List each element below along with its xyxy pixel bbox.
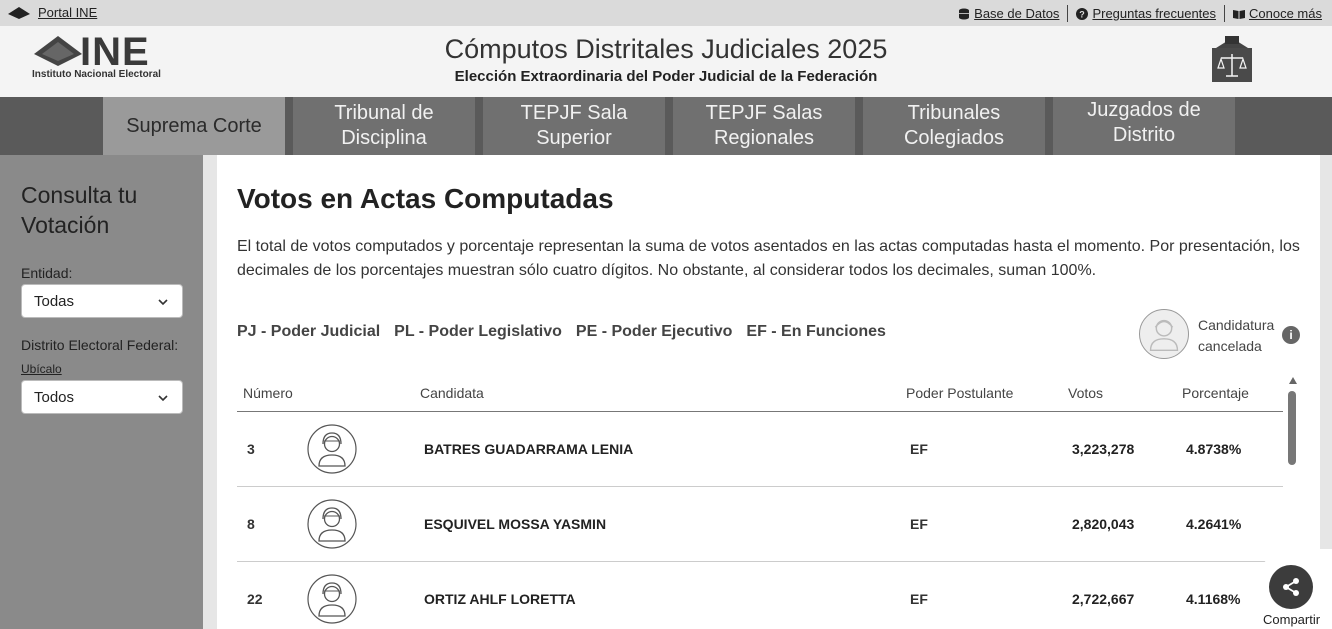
row-poder: EF <box>910 441 928 457</box>
candidate-avatar-icon <box>307 499 357 549</box>
row-candidata: BATRES GUADARRAMA LENIA <box>424 441 634 457</box>
table-row[interactable]: 3 BATRES GUADARRAMA LENIA EF 3,223,278 4… <box>237 412 1283 487</box>
conoce-mas-label[interactable]: Conoce más <box>1249 6 1322 21</box>
distrito-value: Todos <box>34 388 75 406</box>
chevron-down-icon <box>158 299 168 306</box>
legend-ef: EF - En Funciones <box>746 323 886 340</box>
tab-label: Suprema Corte <box>126 114 262 137</box>
book-open-icon <box>1233 9 1246 19</box>
election-tabs: Suprema Corte Tribunal de Disciplina TEP… <box>0 97 1332 155</box>
tab-label-line2: Regionales <box>713 127 815 149</box>
tab-label-line1: Tribunal de <box>334 102 434 124</box>
ubicalo-link[interactable]: Ubícalo <box>21 362 62 376</box>
legend-pe: PE - Poder Ejecutivo <box>575 323 733 340</box>
candidatura-cancelada-legend: Candidatura cancelada i <box>1139 309 1315 361</box>
poder-legend: PJ - Poder Judicial PL - Poder Legislati… <box>237 323 886 341</box>
row-numero: 8 <box>247 516 255 532</box>
row-votos: 3,223,278 <box>1072 441 1135 457</box>
table-row[interactable]: 22 ORTIZ AHLF LORETTA EF 2,722,667 4.116… <box>237 562 1283 629</box>
svg-text:?: ? <box>1080 9 1086 19</box>
sidebar-title-line1: Consulta tu <box>21 182 138 208</box>
tab-label-line2: Distrito <box>1112 124 1176 146</box>
candidate-avatar-icon <box>307 574 357 624</box>
cancelled-label: Candidatura cancelada <box>1198 315 1274 357</box>
row-numero: 3 <box>247 441 255 457</box>
tab-label-line2: Superior <box>536 127 612 149</box>
row-votos: 2,722,667 <box>1072 591 1135 607</box>
section-description: El total de votos computados y porcentaj… <box>237 238 1300 279</box>
utility-bar: Portal INE Base de Datos ? Preguntas fre… <box>0 0 1332 26</box>
tab-juzgados-de-distrito[interactable]: Juzgados de Distrito <box>1053 97 1235 155</box>
row-porcentaje: 4.8738% <box>1186 441 1242 457</box>
row-poder: EF <box>910 591 928 607</box>
votes-panel: Votos en Actas Computadas El total de vo… <box>217 155 1320 629</box>
cancelled-avatar-icon <box>1139 309 1189 359</box>
share-label: Compartir <box>1263 612 1321 627</box>
portal-ine-label[interactable]: Portal INE <box>38 5 97 20</box>
database-icon <box>959 8 970 19</box>
row-candidata: ESQUIVEL MOSSA YASMIN <box>424 516 607 532</box>
cancelled-label-line2: cancelada <box>1198 338 1262 354</box>
tab-tribunal-de-disciplina[interactable]: Tribunal de Disciplina <box>293 97 475 155</box>
col-porcentaje: Porcentaje <box>1182 385 1249 401</box>
tab-tepjf-sala-superior[interactable]: TEPJF Sala Superior <box>483 97 665 155</box>
scrollbar-thumb[interactable] <box>1288 391 1296 465</box>
page-subtitle: Elección Extraordinaria del Poder Judici… <box>454 68 878 85</box>
row-votos: 2,820,043 <box>1072 516 1135 532</box>
row-porcentaje: 4.2641% <box>1186 516 1242 532</box>
tab-tepjf-salas-regionales[interactable]: TEPJF Salas Regionales <box>673 97 855 155</box>
section-heading: Votos en Actas Computadas <box>237 183 614 214</box>
tab-label-line1: TEPJF Salas <box>705 102 823 124</box>
candidate-avatar-icon <box>307 424 357 474</box>
ballot-box-scale-icon <box>1212 36 1252 82</box>
site-header: INE Instituto Nacional Electoral Cómputo… <box>0 26 1332 97</box>
ine-diamond-icon <box>8 6 30 19</box>
tab-suprema-corte[interactable]: Suprema Corte <box>103 97 285 155</box>
question-circle-icon: ? <box>1076 7 1089 20</box>
distrito-select[interactable]: Todos <box>21 380 183 414</box>
chevron-down-icon <box>158 395 168 402</box>
table-header: Número Candidata Poder Postulante Votos … <box>237 377 1283 412</box>
consulta-sidebar: Consulta tu Votación Entidad: Todas Dist… <box>0 155 203 629</box>
row-poder: EF <box>910 516 928 532</box>
entidad-select[interactable]: Todas <box>21 284 183 318</box>
tab-tribunales-colegiados[interactable]: Tribunales Colegiados <box>863 97 1045 155</box>
conoce-mas-link[interactable]: Conoce más <box>1225 6 1330 21</box>
table-row[interactable]: 8 ESQUIVEL MOSSA YASMIN EF 2,820,043 4.2… <box>237 487 1283 562</box>
info-icon[interactable]: i <box>1282 326 1300 344</box>
base-de-datos-label[interactable]: Base de Datos <box>974 6 1059 21</box>
tab-label-line2: Disciplina <box>341 127 427 149</box>
page-title: Cómputos Distritales Judiciales 2025 <box>444 34 888 64</box>
legend-pl: PL - Poder Legislativo <box>394 323 562 340</box>
legend-pj: PJ - Poder Judicial <box>237 323 381 340</box>
entidad-value: Todas <box>34 292 75 310</box>
preguntas-frecuentes-link[interactable]: ? Preguntas frecuentes <box>1068 6 1224 21</box>
tab-label-line1: Juzgados de <box>1087 99 1201 121</box>
share-button[interactable] <box>1269 565 1313 609</box>
col-numero: Número <box>243 385 293 401</box>
sidebar-title-line2: Votación <box>21 212 110 238</box>
tab-label-line1: TEPJF Sala <box>520 102 628 124</box>
col-candidata: Candidata <box>420 385 484 401</box>
base-de-datos-link[interactable]: Base de Datos <box>950 6 1067 21</box>
row-numero: 22 <box>247 591 263 607</box>
row-candidata: ORTIZ AHLF LORETTA <box>424 591 576 607</box>
col-votos: Votos <box>1068 385 1104 401</box>
tab-label-line2: Colegiados <box>903 127 1005 149</box>
row-porcentaje: 4.1168% <box>1186 591 1241 607</box>
scroll-up-icon[interactable] <box>1289 377 1297 384</box>
preguntas-frecuentes-label[interactable]: Preguntas frecuentes <box>1092 6 1216 21</box>
utility-links: Base de Datos ? Preguntas frecuentes Con… <box>950 5 1330 22</box>
share-icon <box>1283 578 1299 596</box>
entidad-label: Entidad: <box>21 265 73 281</box>
col-poder-postulante: Poder Postulante <box>906 385 1014 401</box>
distrito-label: Distrito Electoral Federal: <box>21 337 179 353</box>
tab-label-line1: Tribunales <box>907 102 1001 124</box>
portal-ine-link[interactable]: Portal INE <box>8 5 97 20</box>
sidebar-title: Consulta tu Votación <box>21 180 137 240</box>
cancelled-label-line1: Candidatura <box>1198 317 1275 333</box>
